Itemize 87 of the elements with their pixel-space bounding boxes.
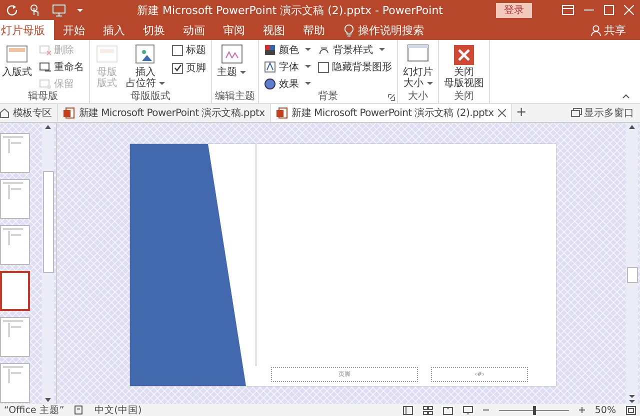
group-label: 编辑主题 [215, 91, 255, 103]
zoom-in-icon[interactable] [578, 407, 585, 414]
group-label: 母版版式 [130, 91, 172, 103]
checkbox-label: 页脚 [186, 62, 206, 75]
layout-sketch-icon [1, 180, 25, 200]
slideshow-view-icon[interactable] [462, 406, 473, 415]
close-tab-icon[interactable] [498, 108, 506, 117]
sorter-view-icon[interactable] [422, 406, 433, 415]
share-button[interactable]: 共享 [585, 20, 632, 40]
scrollbar-thumb[interactable] [42, 170, 54, 273]
new-tab-button[interactable]: + [512, 104, 531, 122]
fonts-icon [264, 60, 276, 72]
ribbon-tab[interactable]: 开始 [54, 20, 94, 40]
rename-icon [39, 60, 51, 72]
language-label: 中文(中国) [94, 404, 142, 416]
slide-thumbnail[interactable] [0, 316, 30, 357]
layout-sketch-icon [1, 318, 25, 338]
page-down-icon[interactable] [628, 394, 636, 404]
ribbon-tab[interactable]: 动画 [174, 20, 214, 40]
group-label: 大小 [407, 91, 429, 103]
ribbon-tab[interactable]: 视图 [254, 20, 294, 40]
ribbon-tab[interactable]: 帮助 [294, 20, 334, 40]
checkbox[interactable] [172, 44, 183, 56]
reading-view-icon[interactable] [442, 406, 453, 415]
scroll-down-icon[interactable] [44, 396, 52, 404]
slide-thumbnail[interactable] [0, 132, 30, 173]
windows-icon [571, 108, 582, 118]
scrollbar-thumb[interactable] [626, 266, 638, 283]
window-title: 新建 Microsoft PowerPoint 演示文稿 (2).pptx - PowerPoint [136, 2, 444, 18]
ribbon-button[interactable]: 主题 [215, 42, 248, 79]
layout-sketch-icon [1, 134, 25, 154]
search-hint[interactable]: 操作说明搜索 [358, 22, 424, 38]
ribbon-tab[interactable]: 插入 [94, 20, 134, 40]
close-view-icon [452, 43, 476, 67]
layout-sketch-icon [1, 226, 25, 246]
zoom-level[interactable]: 50% [594, 404, 616, 416]
ribbon-tab[interactable]: 切换 [134, 20, 174, 40]
person-icon [591, 24, 602, 36]
ribbon-button[interactable]: 插入 占位符 [124, 42, 167, 90]
delete-icon [39, 44, 51, 56]
slide-thumbnail[interactable] [0, 224, 30, 265]
dialog-launcher-icon[interactable] [388, 94, 395, 101]
check-icon [174, 64, 182, 72]
scroll-up-icon[interactable] [44, 122, 52, 131]
slide-thumbnail[interactable] [0, 270, 30, 311]
close-icon[interactable] [624, 5, 634, 15]
ribbon-tab[interactable]: 审阅 [214, 20, 254, 40]
normal-view-icon[interactable] [402, 406, 413, 415]
slide-thumbnail[interactable] [0, 362, 30, 403]
colors-icon [264, 44, 276, 56]
zoom-out-icon[interactable] [482, 407, 489, 414]
ribbon-button[interactable]: 重命名 [37, 59, 86, 74]
ribbon-options-icon[interactable] [562, 5, 574, 15]
effects-icon [264, 78, 276, 90]
group-label: 辑母版 [27, 91, 59, 103]
ribbon-tab[interactable]: 灯片母版 [0, 20, 54, 40]
ribbon-button[interactable]: 入版式 [0, 42, 34, 79]
document-tab[interactable]: 模板专区 [0, 104, 58, 122]
theme-name: “Office 主题” [4, 404, 64, 416]
scroll-up-icon[interactable] [628, 122, 636, 131]
home-icon [0, 108, 9, 118]
multi-window-button[interactable]: 显示多窗口 [571, 104, 634, 122]
checkbox[interactable] [318, 62, 329, 72]
layout-sketch-icon [1, 364, 25, 384]
lightbulb-icon [344, 24, 354, 36]
fit-window-icon[interactable] [626, 406, 636, 415]
ribbon-button[interactable]: 背景样式 [316, 42, 394, 57]
checkbox-label: 隐藏背景图形 [332, 60, 392, 74]
collapse-icon[interactable] [622, 93, 630, 99]
slideshow-icon[interactable] [52, 3, 66, 17]
ribbon-button[interactable]: 幻灯片 大小 [401, 42, 435, 90]
checkbox-label: 标题 [186, 44, 206, 57]
ribbon-button[interactable]: 效果 [262, 76, 313, 91]
ribbon-button[interactable]: 颜色 [262, 42, 313, 57]
ribbon-button[interactable]: 关闭 母版视图 [442, 42, 486, 90]
group-label: 背景 [317, 91, 339, 103]
checkbox[interactable] [172, 62, 183, 74]
group-label: 关闭 [453, 91, 475, 103]
file-icon [276, 106, 288, 119]
refresh-icon[interactable] [6, 4, 18, 16]
maximize-icon[interactable] [604, 5, 614, 15]
ribbon-button[interactable]: 字体 [262, 59, 313, 74]
login-button[interactable]: 登录 [496, 2, 532, 18]
caret-icon[interactable] [76, 6, 84, 14]
file-icon [62, 106, 75, 119]
document-tab[interactable]: 新建 Microsoft PowerPoint 演示文稿 (2).pptx [270, 104, 512, 122]
slide-thumbnail[interactable] [0, 178, 30, 219]
